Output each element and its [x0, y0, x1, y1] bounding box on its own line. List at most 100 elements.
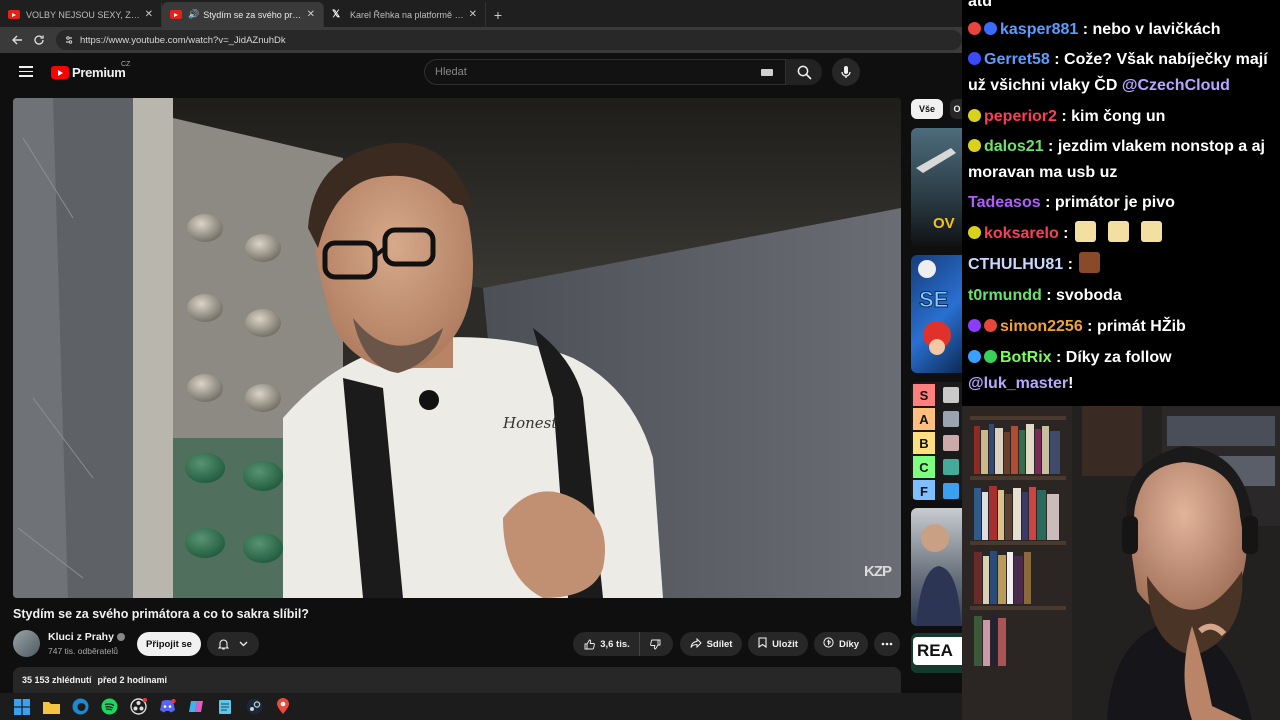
chat-message: kasper881 : nebo v lavičkách [968, 17, 1276, 43]
microphone-icon [841, 66, 851, 78]
chat-username[interactable]: t0rmundd [968, 287, 1042, 304]
chat-username[interactable]: koksarelo [984, 225, 1059, 242]
search-icon [797, 65, 812, 80]
steam-icon[interactable] [244, 697, 264, 717]
youtube-logo[interactable]: Premium CZ [51, 61, 130, 80]
tab-rehka[interactable]: 𝕏 Karel Řehka na platformě X: „Po vř ✕ [324, 2, 486, 27]
chat-username[interactable]: kasper881 [1000, 21, 1078, 38]
like-button[interactable]: 3,6 tis. [575, 632, 640, 656]
speaker-icon[interactable]: 🔊 [188, 9, 199, 20]
new-tab-button[interactable]: + [486, 2, 510, 27]
verified-icon [116, 633, 125, 642]
more-actions-button[interactable] [874, 632, 900, 656]
related-video-thumbnail[interactable] [911, 508, 962, 626]
voice-search-button[interactable] [832, 58, 860, 86]
channel-name-row[interactable]: Kluci z Prahy [48, 631, 125, 643]
chat-text: ! [1068, 375, 1074, 392]
chat-badge-icon [968, 52, 981, 65]
video-frame: Honest [13, 98, 901, 598]
chevron-down-icon [239, 641, 248, 647]
related-video-thumbnail[interactable]: SE [911, 255, 962, 373]
tier-row: C [913, 456, 962, 478]
chat-message: CTHULHU81 : [968, 252, 1276, 278]
save-label: Uložit [772, 638, 798, 650]
tab-stydim[interactable]: 🔊 Stydím se za svého primátora ✕ [162, 2, 324, 27]
chat-message: Gerret58 : Cože? Však nabíječky mají už … [968, 47, 1276, 99]
close-icon[interactable]: ✕ [145, 9, 153, 20]
region-code: CZ [121, 61, 131, 68]
thumbs-up-icon [584, 639, 596, 649]
thanks-button[interactable]: Díky [814, 632, 868, 656]
tier-row: B [913, 432, 962, 454]
chat-message: simon2256 : primát HŽib [968, 314, 1276, 340]
x-logo-icon: 𝕏 [332, 9, 341, 20]
like-dislike-group: 3,6 tis. [573, 632, 673, 656]
chat-badge-icon [968, 22, 981, 35]
tab-volby[interactable]: VOLBY NEJSOU SEXY, Z NICH NEM ✕ [0, 2, 162, 27]
chat-username[interactable]: Gerret58 [984, 51, 1050, 68]
logo-text: Premium [72, 65, 126, 80]
screen: VOLBY NEJSOU SEXY, Z NICH NEM ✕ 🔊 Stydím… [0, 0, 1280, 720]
obs-icon[interactable] [128, 697, 148, 717]
tier-row: S [913, 384, 962, 406]
channel-name[interactable]: Kluci z Prahy [48, 631, 114, 643]
chat-text: : Díky za follow [1051, 349, 1172, 366]
close-icon[interactable]: ✕ [307, 9, 315, 20]
url-field[interactable]: https://www.youtube.com/watch?v=_JidAZnu… [56, 30, 962, 50]
chat-username[interactable]: peperior2 [984, 108, 1057, 125]
description-box[interactable]: 35 153 zhlédnutí před 2 hodinami [13, 667, 901, 693]
reload-icon[interactable] [28, 29, 50, 51]
keyboard-icon[interactable] [761, 69, 773, 76]
video-title: Stydím se za svého primátora a co to sak… [13, 607, 309, 621]
dislike-button[interactable] [640, 632, 671, 656]
chat-username[interactable]: CTHULHU81 [968, 256, 1063, 273]
site-info-icon[interactable] [64, 35, 74, 45]
chip-all[interactable]: Vše [911, 99, 943, 119]
chat-username[interactable]: dalos21 [984, 138, 1044, 155]
tier-letter: S [913, 384, 935, 406]
chat-badge-icon [968, 319, 981, 332]
video-player[interactable]: Honest KZP [13, 98, 901, 598]
related-video-thumbnail[interactable]: REA [911, 633, 962, 673]
windows-start-icon[interactable] [12, 697, 32, 717]
tier-item [943, 387, 959, 403]
notepad-icon[interactable] [215, 697, 235, 717]
channel-avatar[interactable] [13, 630, 40, 657]
tier-letter: A [913, 408, 935, 430]
copilot-icon[interactable] [186, 697, 206, 717]
tier-list-thumbnail[interactable]: SABCF [911, 382, 962, 500]
discord-icon[interactable] [157, 697, 177, 717]
chat-emote-icon [1140, 221, 1162, 242]
notifications-button[interactable] [207, 632, 259, 656]
search-placeholder: Hledat [435, 66, 467, 78]
chat-username[interactable]: Tadeasos [968, 194, 1041, 211]
chat-badge-icon [984, 22, 997, 35]
share-button[interactable]: Sdílet [680, 632, 742, 656]
chat-message: peperior2 : kim čong un [968, 104, 1276, 130]
chat-message: koksarelo : [968, 221, 1276, 247]
chat-mention[interactable]: @luk_master [968, 375, 1068, 392]
spotify-icon[interactable] [99, 697, 119, 717]
edge-browser-icon[interactable] [70, 697, 90, 717]
file-explorer-icon[interactable] [41, 697, 61, 717]
chat-mention[interactable]: @CzechCloud [1122, 77, 1230, 94]
maps-pin-icon[interactable] [273, 697, 293, 717]
chat-text: : primátor je pivo [1040, 194, 1175, 211]
related-video-thumbnail[interactable]: OV [911, 128, 962, 246]
youtube-page: Premium CZ Hledat Honest KZP Stydím se z… [0, 53, 964, 693]
youtube-header: Premium CZ Hledat [0, 53, 962, 91]
close-icon[interactable]: ✕ [469, 9, 477, 20]
stream-chat: atd kasper881 : nebo v lavičkách Gerret58… [962, 0, 1280, 406]
join-button[interactable]: Připojit se [137, 632, 201, 656]
save-button[interactable]: Uložit [748, 632, 808, 656]
search-button[interactable] [786, 59, 822, 85]
chat-username[interactable]: BotRix [1000, 349, 1052, 366]
chat-badge-icon [968, 226, 981, 239]
back-arrow-icon[interactable] [6, 29, 28, 51]
tier-item [943, 483, 959, 499]
chat-username[interactable]: simon2256 [1000, 318, 1083, 335]
chat-badge-icon [984, 319, 997, 332]
tier-letter: F [913, 480, 935, 500]
search-input[interactable]: Hledat [424, 59, 786, 85]
menu-icon[interactable] [19, 66, 33, 77]
